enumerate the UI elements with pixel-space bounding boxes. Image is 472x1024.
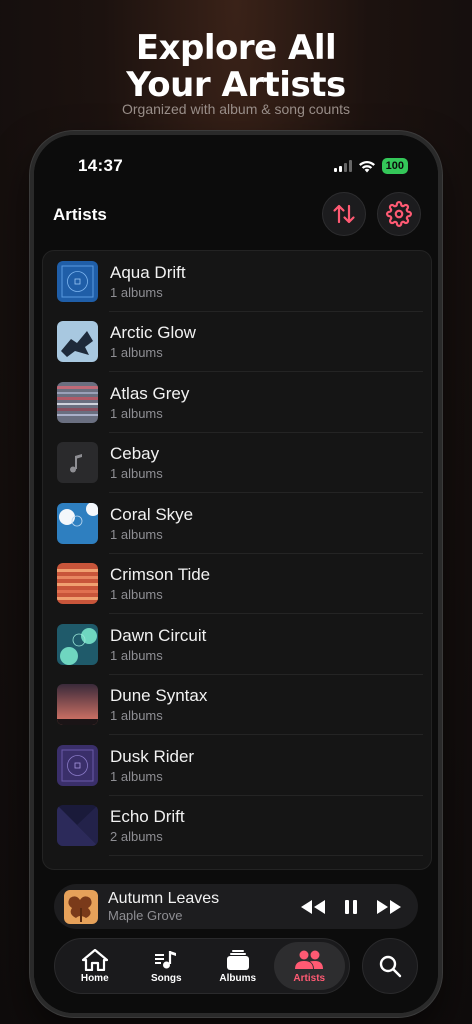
people-icon <box>295 950 324 969</box>
album-count: 1 albums <box>110 708 163 724</box>
artist-row-dusk-rider[interactable]: Dusk Rider 1 albums <box>43 735 431 796</box>
artist-row-dune-syntax[interactable]: Dune Syntax 1 albums <box>43 675 431 736</box>
artist-artwork <box>57 321 98 363</box>
artist-row-echo-drift[interactable]: Echo Drift 2 albums <box>43 796 431 857</box>
battery-indicator: 100 <box>381 158 408 174</box>
artist-name: Aqua Drift <box>110 262 186 282</box>
artist-artwork <box>57 684 98 726</box>
now-playing-title: Autumn Leaves <box>108 890 220 907</box>
now-playing-artist: Maple Grove <box>108 908 183 923</box>
artist-name: Atlas Grey <box>110 383 190 403</box>
artist-name: Dusk Rider <box>110 746 195 766</box>
status-time: 14:37 <box>78 156 123 175</box>
album-count: 2 albums <box>110 829 163 845</box>
album-count: 1 albums <box>110 647 163 663</box>
artist-artwork <box>57 442 98 484</box>
sort-button[interactable] <box>322 192 366 236</box>
artist-name: Dawn Circuit <box>110 625 207 645</box>
album-count: 1 albums <box>110 768 163 784</box>
pause-icon[interactable] <box>344 899 358 915</box>
wifi-icon <box>358 160 375 172</box>
artist-row-cebay[interactable]: Cebay 1 albums <box>43 433 431 494</box>
album-count: 1 albums <box>110 466 163 482</box>
tab-label: Songs <box>150 972 182 984</box>
music-note-icon <box>155 950 177 968</box>
artist-row-atlas-grey[interactable]: Atlas Grey 1 albums <box>43 372 431 433</box>
promo-headline: Explore All Your Artists <box>0 30 472 104</box>
album-count: 1 albums <box>110 526 163 542</box>
artist-artwork <box>57 381 98 423</box>
tab-albums[interactable]: Albums <box>202 942 274 990</box>
tab-bar: Home Songs Albums Artists <box>54 938 350 994</box>
tab-songs[interactable]: Songs <box>131 942 203 990</box>
cellular-signal-icon <box>333 160 352 172</box>
artist-row-coral-skye[interactable]: Coral Skye 1 albums <box>43 493 431 554</box>
now-playing-artwork <box>64 889 98 924</box>
status-bar: 14:37 100 <box>78 155 408 177</box>
artist-list[interactable]: Aqua Drift 1 albums Arctic Glow 1 albums A… <box>42 250 432 870</box>
artist-artwork <box>57 623 98 665</box>
artist-name: Dune Syntax <box>110 686 208 706</box>
artist-artwork <box>57 744 98 786</box>
artist-row-dawn-circuit[interactable]: Dawn Circuit 1 albums <box>43 614 431 675</box>
artist-row-crimson-tide[interactable]: Crimson Tide 1 albums <box>43 554 431 615</box>
album-count: 1 albums <box>110 405 163 421</box>
tab-artists[interactable]: Artists <box>273 942 345 990</box>
artist-artwork <box>57 563 98 605</box>
album-count: 1 albums <box>110 345 163 361</box>
tab-label: Albums <box>219 972 257 984</box>
search-icon <box>379 955 402 978</box>
status-indicators: 100 <box>333 158 408 174</box>
page-title: Artists <box>53 205 107 224</box>
phone-frame: 14:37 100 Artists Aqua Drift 1 albums Ar… <box>30 131 442 1017</box>
artist-name: Echo Drift <box>110 807 185 827</box>
artist-row-arctic-glow[interactable]: Arctic Glow 1 albums <box>43 312 431 373</box>
artist-artwork <box>57 805 98 847</box>
artist-artwork <box>57 502 98 544</box>
gear-icon <box>386 201 412 227</box>
app-screen: 14:37 100 Artists Aqua Drift 1 albums Ar… <box>34 135 438 1013</box>
rewind-icon[interactable] <box>300 899 326 915</box>
promo-subline: Organized with album & song counts <box>121 101 350 117</box>
artist-row-aqua-drift[interactable]: Aqua Drift 1 albums <box>43 251 431 312</box>
fast-forward-icon[interactable] <box>376 899 402 915</box>
album-count: 1 albums <box>110 587 163 603</box>
artist-name: Crimson Tide <box>110 565 211 585</box>
album-stack-icon <box>226 949 249 970</box>
tab-label: Artists <box>293 972 326 984</box>
settings-button[interactable] <box>377 192 421 236</box>
search-button[interactable] <box>362 938 418 994</box>
artist-artwork <box>57 260 98 302</box>
tab-home[interactable]: Home <box>59 942 131 990</box>
promo-headline-line1: Explore All <box>135 28 337 68</box>
artist-name: Coral Skye <box>110 504 194 524</box>
promo-headline-line2: Your Artists <box>126 65 346 105</box>
album-count: 1 albums <box>110 284 163 300</box>
artist-name: Arctic Glow <box>110 323 196 343</box>
tab-label: Home <box>80 972 109 984</box>
sort-arrows-icon <box>333 204 355 224</box>
house-icon <box>81 948 108 971</box>
now-playing-bar[interactable]: Autumn Leaves Maple Grove <box>54 884 418 929</box>
artist-name: Cebay <box>110 444 160 464</box>
